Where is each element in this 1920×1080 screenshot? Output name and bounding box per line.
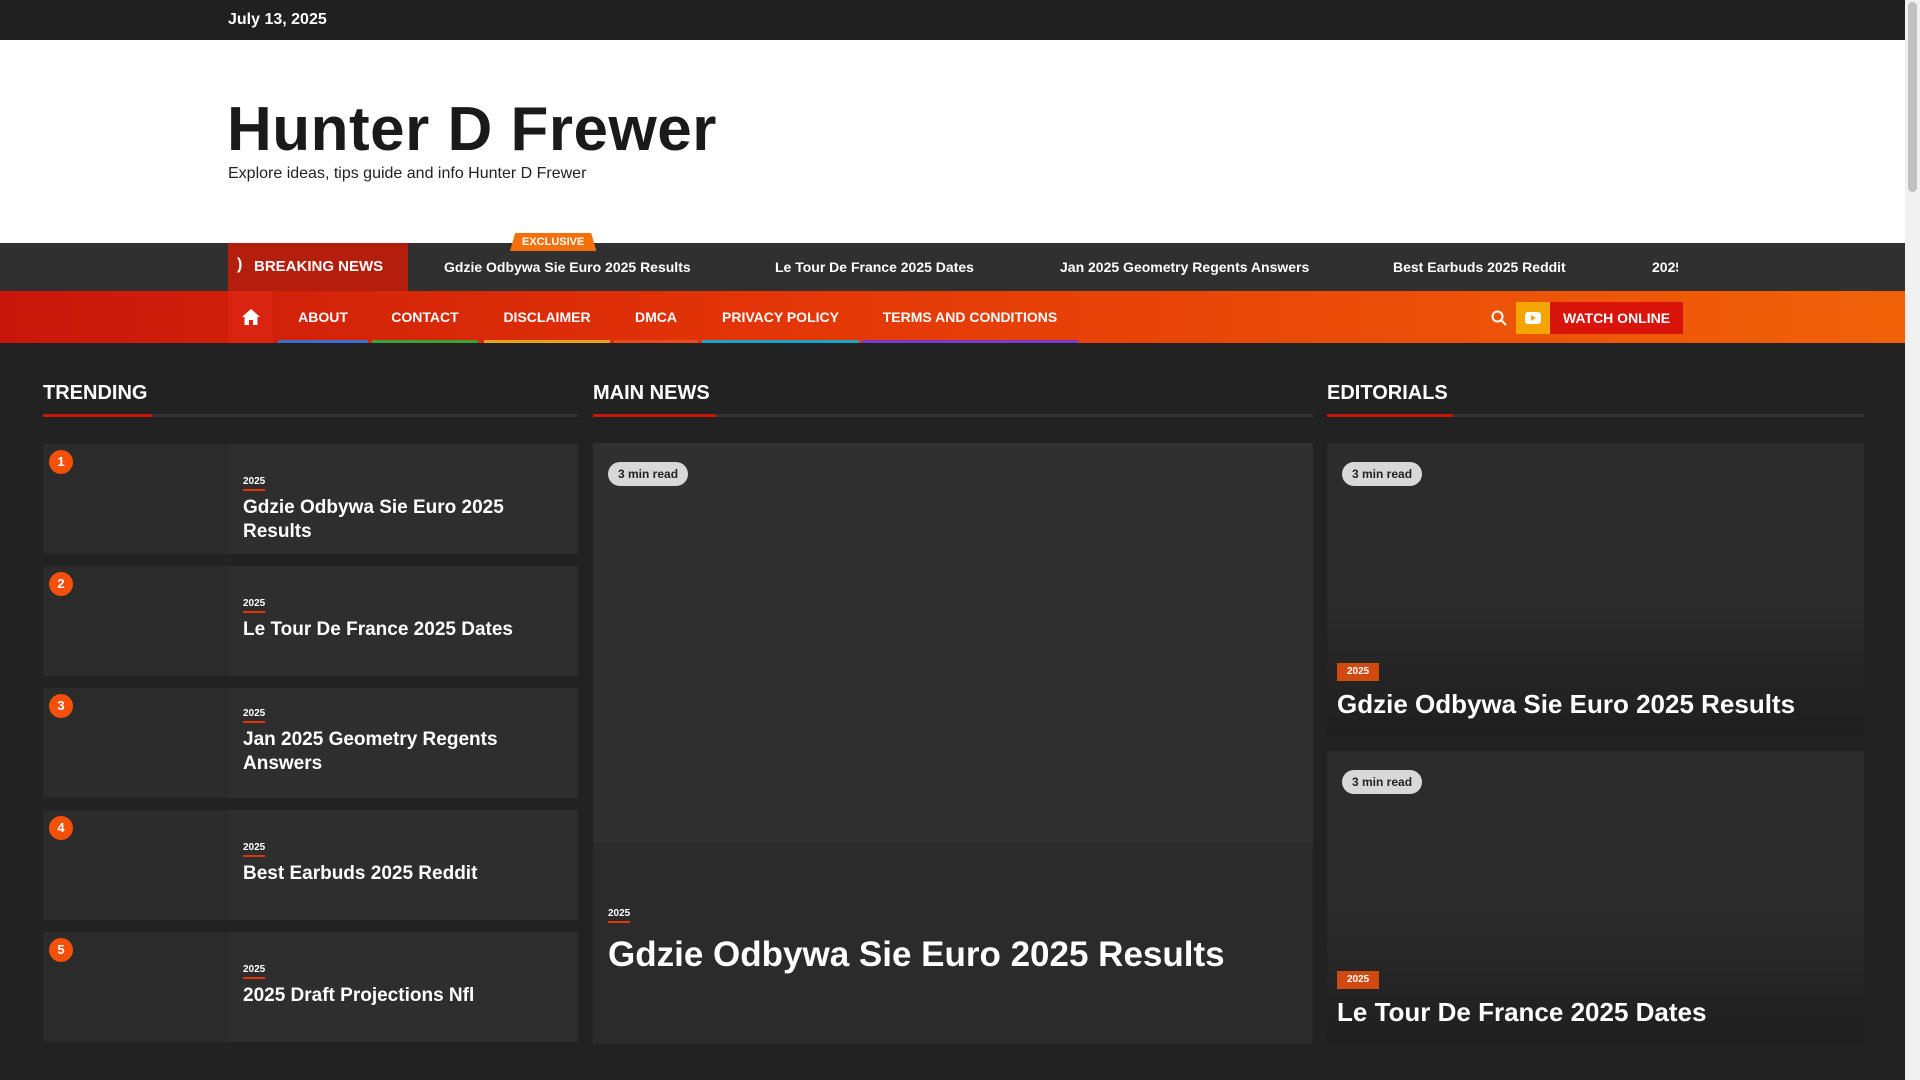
- read-time-badge: 3 min read: [608, 462, 689, 486]
- nav-underline: [484, 340, 610, 343]
- category-tag[interactable]: 2025: [243, 476, 266, 491]
- nav-item-contact[interactable]: CONTACT: [372, 291, 478, 343]
- ticker-item[interactable]: 2025: [1652, 259, 1678, 275]
- editorials-heading: EDITORIALS: [1327, 382, 1448, 404]
- broadcast-icon: ): [237, 256, 243, 273]
- youtube-icon: [1516, 302, 1550, 334]
- nav-item-terms-and-conditions[interactable]: TERMS AND CONDITIONS: [862, 291, 1078, 343]
- category-tag[interactable]: 2025: [243, 964, 266, 979]
- category-tag[interactable]: 2025: [243, 598, 266, 613]
- nav-item-disclaimer[interactable]: DISCLAIMER: [484, 291, 610, 343]
- site-title[interactable]: Hunter D Frewer: [227, 94, 717, 165]
- nav-item-dmca[interactable]: DMCA: [614, 291, 698, 343]
- site-tagline: Explore ideas, tips guide and info Hunte…: [228, 165, 587, 182]
- ticker-item[interactable]: Best Earbuds 2025 Reddit: [1393, 259, 1566, 275]
- scrollbar-thumb[interactable]: [1908, 2, 1917, 192]
- rank-badge: 5: [49, 938, 73, 962]
- trending-title[interactable]: Best Earbuds 2025 Reddit: [243, 862, 568, 886]
- editorial-title[interactable]: Gdzie Odbywa Sie Euro 2025 Results: [1337, 689, 1795, 720]
- trending-title[interactable]: Jan 2025 Geometry Regents Answers: [243, 728, 568, 776]
- read-time-badge: 3 min read: [1342, 770, 1423, 794]
- trending-item[interactable]: 5 2025 2025 Draft Projections Nfl: [43, 932, 578, 1042]
- current-date: July 13, 2025: [228, 11, 327, 28]
- trending-card: 2025 Le Tour De France 2025 Dates: [228, 566, 578, 676]
- ticker-item[interactable]: Jan 2025 Geometry Regents Answers: [1060, 259, 1309, 275]
- nav-item-label: TERMS AND CONDITIONS: [882, 309, 1058, 325]
- trending-title[interactable]: Le Tour De France 2025 Dates: [243, 618, 568, 642]
- trending-card: 2025 2025 Draft Projections Nfl: [228, 932, 578, 1042]
- rank-badge: 3: [49, 694, 73, 718]
- breaking-news-text: BREAKING NEWS: [254, 258, 384, 275]
- trending-title[interactable]: 2025 Draft Projections Nfl: [243, 984, 568, 1008]
- trending-card: 2025 Gdzie Odbywa Sie Euro 2025 Results: [228, 444, 578, 554]
- trending-item[interactable]: 1 2025 Gdzie Odbywa Sie Euro 2025 Result…: [43, 444, 578, 554]
- trending-item[interactable]: 3 2025 Jan 2025 Geometry Regents Answers: [43, 688, 578, 798]
- page-scrollbar[interactable]: [1905, 0, 1920, 1080]
- read-time-badge: 3 min read: [1342, 462, 1423, 486]
- search-icon[interactable]: [1490, 309, 1508, 327]
- trending-heading: TRENDING: [43, 382, 148, 404]
- trending-card: 2025 Jan 2025 Geometry Regents Answers: [228, 688, 578, 798]
- section-accent: [1327, 414, 1453, 417]
- home-icon: [241, 309, 260, 325]
- category-tag[interactable]: 2025: [1337, 971, 1380, 989]
- home-button[interactable]: [228, 291, 273, 343]
- trending-item[interactable]: 4 2025 Best Earbuds 2025 Reddit: [43, 810, 578, 920]
- nav-item-label: ABOUT: [298, 309, 348, 325]
- trending-item[interactable]: 2 2025 Le Tour De France 2025 Dates: [43, 566, 578, 676]
- site-header: Hunter D Frewer Explore ideas, tips guid…: [0, 40, 1905, 243]
- breaking-news-bar: EXCLUSIVE ) BREAKING NEWS Gdzie Odbywa S…: [0, 233, 1905, 291]
- breaking-news-label: EXCLUSIVE ) BREAKING NEWS: [228, 233, 597, 291]
- editorial-card[interactable]: 3 min read 2025 Gdzie Odbywa Sie Euro 20…: [1327, 443, 1864, 736]
- section-accent: [43, 414, 152, 417]
- top-bar: July 13, 2025: [0, 0, 1905, 40]
- rank-badge: 4: [49, 816, 73, 840]
- main-news-heading: MAIN NEWS: [593, 382, 710, 404]
- nav-item-label: DISCLAIMER: [503, 309, 591, 325]
- main-news-headline[interactable]: Gdzie Odbywa Sie Euro 2025 Results: [608, 935, 1225, 975]
- category-tag[interactable]: 2025: [243, 842, 266, 857]
- watch-online-button[interactable]: WATCH ONLINE: [1516, 302, 1684, 334]
- ticker-item[interactable]: Gdzie Odbywa Sie Euro 2025 Results: [444, 259, 691, 275]
- nav-underline: [702, 340, 859, 343]
- trending-title[interactable]: Gdzie Odbywa Sie Euro 2025 Results: [243, 496, 568, 544]
- rank-badge: 2: [49, 572, 73, 596]
- nav-underline: [278, 340, 368, 343]
- nav-item-privacy-policy[interactable]: PRIVACY POLICY: [702, 291, 859, 343]
- rank-badge: 1: [49, 450, 73, 474]
- trending-card: 2025 Best Earbuds 2025 Reddit: [228, 810, 578, 920]
- news-ticker: Gdzie Odbywa Sie Euro 2025 Results Le To…: [408, 243, 1678, 291]
- nav-item-about[interactable]: ABOUT: [278, 291, 368, 343]
- section-accent: [593, 414, 716, 417]
- nav-underline: [372, 340, 478, 343]
- main-news-image[interactable]: 3 min read: [593, 443, 1313, 843]
- nav-item-label: CONTACT: [391, 309, 459, 325]
- nav-item-label: DMCA: [635, 309, 677, 325]
- nav-underline: [614, 340, 698, 343]
- main-navigation: ABOUT CONTACT DISCLAIMER DMCA PRIVACY PO…: [0, 291, 1905, 343]
- ticker-item[interactable]: Le Tour De France 2025 Dates: [775, 259, 974, 275]
- nav-underline: [862, 340, 1078, 343]
- category-tag[interactable]: 2025: [243, 708, 266, 723]
- category-tag[interactable]: 2025: [1337, 663, 1380, 681]
- main-news-card: 2025 Gdzie Odbywa Sie Euro 2025 Results: [593, 843, 1313, 1044]
- editorial-title[interactable]: Le Tour De France 2025 Dates: [1337, 997, 1706, 1028]
- nav-item-label: PRIVACY POLICY: [722, 309, 839, 325]
- category-tag[interactable]: 2025: [608, 908, 631, 923]
- editorial-card[interactable]: 3 min read 2025 Le Tour De France 2025 D…: [1327, 751, 1864, 1044]
- watch-online-label: WATCH ONLINE: [1550, 302, 1684, 334]
